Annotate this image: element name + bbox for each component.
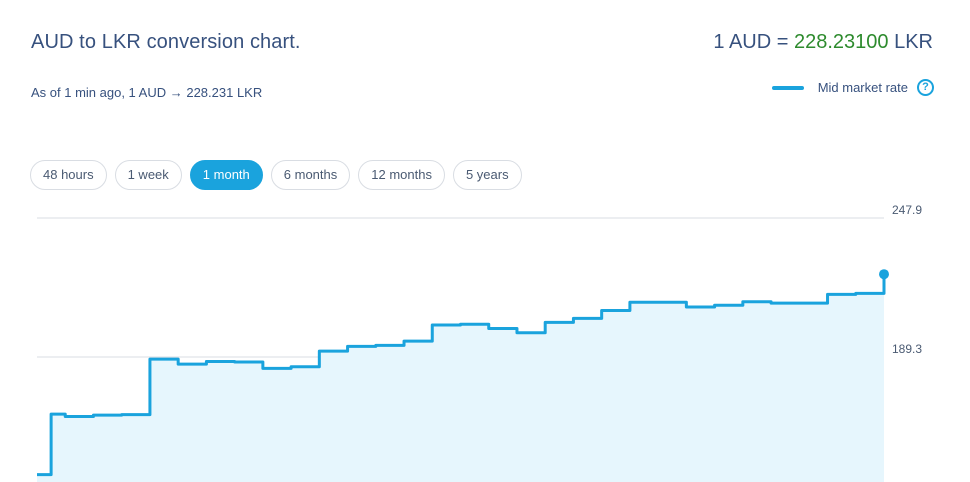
rate-chart[interactable]: 247.9 189.3 (0, 0, 970, 482)
y-tick-labels: 247.9 189.3 (892, 203, 922, 356)
y-tick-label: 247.9 (892, 203, 922, 217)
current-rate-marker[interactable] (879, 269, 889, 280)
rate-area-fill (37, 274, 884, 482)
conversion-chart-panel: AUD to LKR conversion chart. 1 AUD = 228… (0, 0, 970, 482)
y-tick-label: 189.3 (892, 342, 922, 356)
